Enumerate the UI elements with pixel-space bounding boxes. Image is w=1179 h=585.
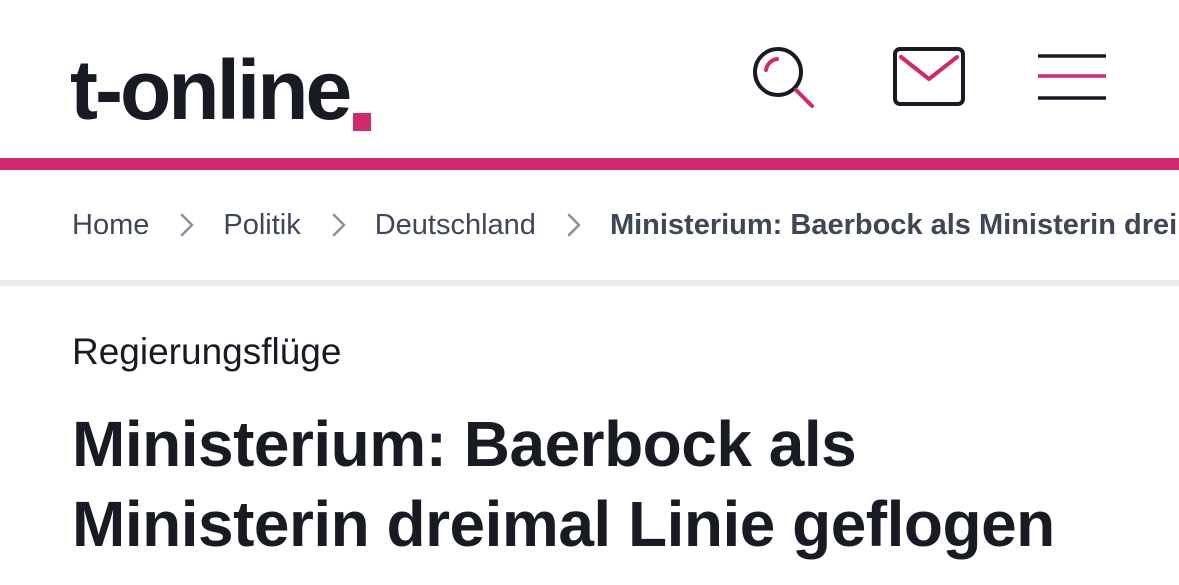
breadcrumb: Home Politik Deutschland Ministerium: Ba…: [72, 170, 1179, 280]
breadcrumb-item-current: Ministerium: Baerbock als Ministerin dre…: [609, 208, 1179, 241]
header-accent-bar: [0, 158, 1179, 170]
article-title: Ministerium: Baerbock als Ministerin dre…: [72, 408, 1055, 560]
chevron-right-icon: [181, 213, 194, 237]
article-kicker: Regierungsflüge: [72, 331, 342, 372]
search-icon: [753, 47, 814, 108]
breadcrumb-item-deutschland[interactable]: Deutschland: [375, 209, 536, 242]
site-logo[interactable]: t-online: [70, 22, 372, 137]
site-header: t-online: [0, 0, 1179, 158]
menu-button[interactable]: [1034, 48, 1112, 106]
chevron-right-icon: [567, 213, 581, 237]
logo-dot-icon: [353, 113, 372, 131]
logo-text: t-online: [70, 43, 352, 137]
mail-button[interactable]: [891, 44, 967, 110]
breadcrumb-divider: [0, 280, 1179, 286]
breadcrumb-item-politik[interactable]: Politik: [223, 209, 300, 242]
mail-icon: [893, 47, 965, 106]
hamburger-menu-icon: [1038, 54, 1106, 100]
page: t-online Home Politik Deutschland Minist…: [0, 0, 1179, 585]
breadcrumb-item-home[interactable]: Home: [72, 209, 149, 242]
search-button[interactable]: [746, 40, 822, 116]
chevron-right-icon: [332, 213, 346, 237]
